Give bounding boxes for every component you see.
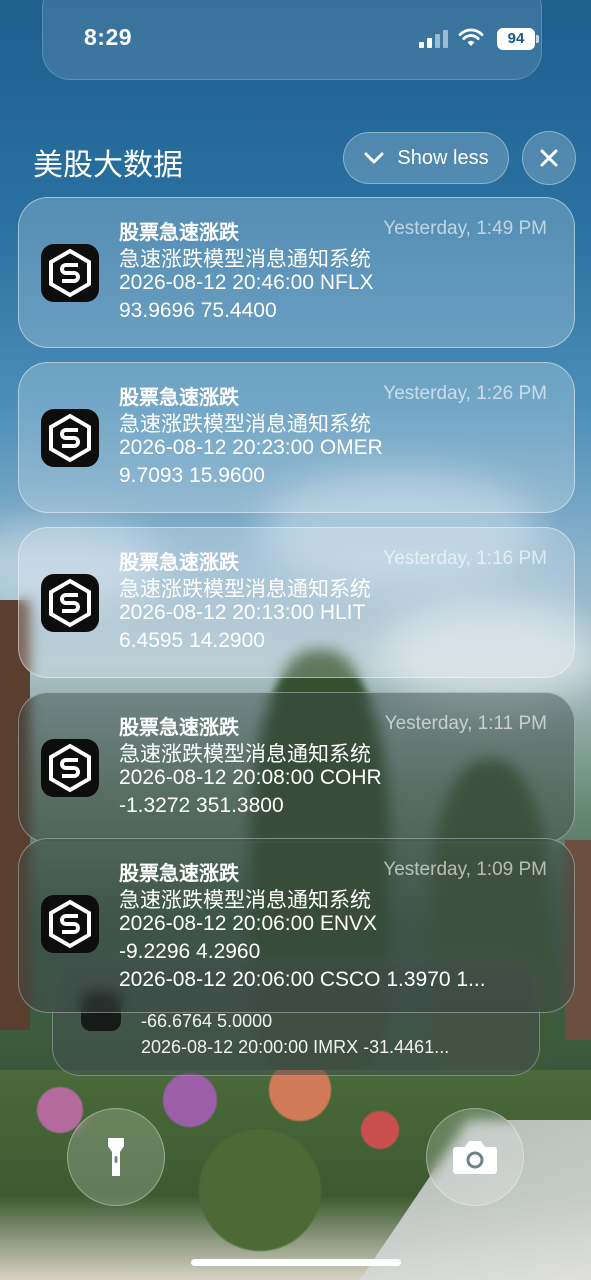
- notification-group-title: 美股大数据: [33, 149, 183, 182]
- notification-app-name: 股票急速涨跌: [119, 552, 239, 574]
- notification-line: 急速涨跌模型消息通知系统: [119, 248, 371, 271]
- notification-app-name: 股票急速涨跌: [119, 863, 239, 885]
- notification-card[interactable]: 股票急速涨跌 Yesterday, 1:26 PM 急速涨跌模型消息通知系统 2…: [18, 362, 575, 513]
- notification-card[interactable]: 股票急速涨跌 Yesterday, 1:09 PM 急速涨跌模型消息通知系统 2…: [18, 838, 575, 1013]
- battery-icon: 94: [497, 28, 539, 50]
- notification-app-name: 股票急速涨跌: [119, 717, 239, 739]
- notification-line: 急速涨跌模型消息通知系统: [119, 413, 371, 436]
- notification-card[interactable]: 股票急速涨跌 Yesterday, 1:16 PM 急速涨跌模型消息通知系统 2…: [18, 527, 575, 678]
- notification-line: -1.3272 351.3800: [119, 794, 284, 817]
- home-indicator[interactable]: [191, 1259, 401, 1266]
- notification-line: 2026-08-12 20:00:00 IMRX -31.4461...: [141, 1037, 450, 1057]
- notification-line: 2026-08-12 20:06:00 ENVX: [119, 912, 378, 935]
- s-hexagon-logo-icon: [41, 574, 99, 632]
- notification-line: 2026-08-12 20:13:00 HLIT: [119, 601, 366, 624]
- notification-app-name: 股票急速涨跌: [119, 222, 239, 244]
- notification-line: 2026-08-12 20:08:00 COHR: [119, 766, 382, 789]
- show-less-label: Show less: [397, 146, 489, 169]
- notification-time: Yesterday, 1:09 PM: [383, 859, 547, 880]
- notification-line: 急速涨跌模型消息通知系统: [119, 743, 371, 766]
- notification-line: 93.9696 75.4400: [119, 299, 277, 322]
- notification-line: 急速涨跌模型消息通知系统: [119, 889, 371, 912]
- camera-icon: [453, 1141, 497, 1174]
- s-hexagon-logo-icon: [41, 895, 99, 953]
- notification-line: 2026-08-12 20:06:00 CSCO 1.3970 1...: [119, 968, 486, 991]
- notification-app-name: 股票急速涨跌: [119, 387, 239, 409]
- notification-card[interactable]: 股票急速涨跌 Yesterday, 1:49 PM 急速涨跌模型消息通知系统 2…: [18, 197, 575, 348]
- notification-line: -66.6764 5.0000: [141, 1011, 273, 1031]
- close-icon: [540, 149, 558, 167]
- notification-time: Yesterday, 1:11 PM: [384, 713, 547, 734]
- notification-time: Yesterday, 1:26 PM: [383, 383, 547, 404]
- camera-button[interactable]: [426, 1108, 524, 1206]
- notification-card[interactable]: 股票急速涨跌 Yesterday, 1:11 PM 急速涨跌模型消息通知系统 2…: [18, 692, 575, 843]
- notification-time: Yesterday, 1:16 PM: [383, 548, 547, 569]
- status-time: 8:29: [84, 24, 133, 50]
- notification-line: 6.4595 14.2900: [119, 629, 265, 652]
- notification-line: 9.7093 15.9600: [119, 464, 265, 487]
- notification-line: 急速涨跌模型消息通知系统: [119, 578, 371, 601]
- chevron-down-icon: [364, 152, 384, 164]
- flashlight-icon: [108, 1138, 124, 1176]
- s-hexagon-logo-icon: [41, 409, 99, 467]
- s-hexagon-logo-icon: [41, 739, 99, 797]
- s-hexagon-logo-icon: [41, 244, 99, 302]
- clear-group-button[interactable]: [522, 131, 576, 185]
- flashlight-button[interactable]: [67, 1108, 165, 1206]
- cellular-signal-icon: [419, 30, 448, 48]
- notification-line: 2026-08-12 20:23:00 OMER: [119, 436, 383, 459]
- notification-line: 2026-08-12 20:46:00 NFLX: [119, 271, 374, 294]
- notification-line: -9.2296 4.2960: [119, 940, 261, 963]
- show-less-button[interactable]: Show less: [343, 132, 509, 184]
- notification-time: Yesterday, 1:49 PM: [383, 218, 547, 239]
- wifi-icon: [458, 28, 484, 46]
